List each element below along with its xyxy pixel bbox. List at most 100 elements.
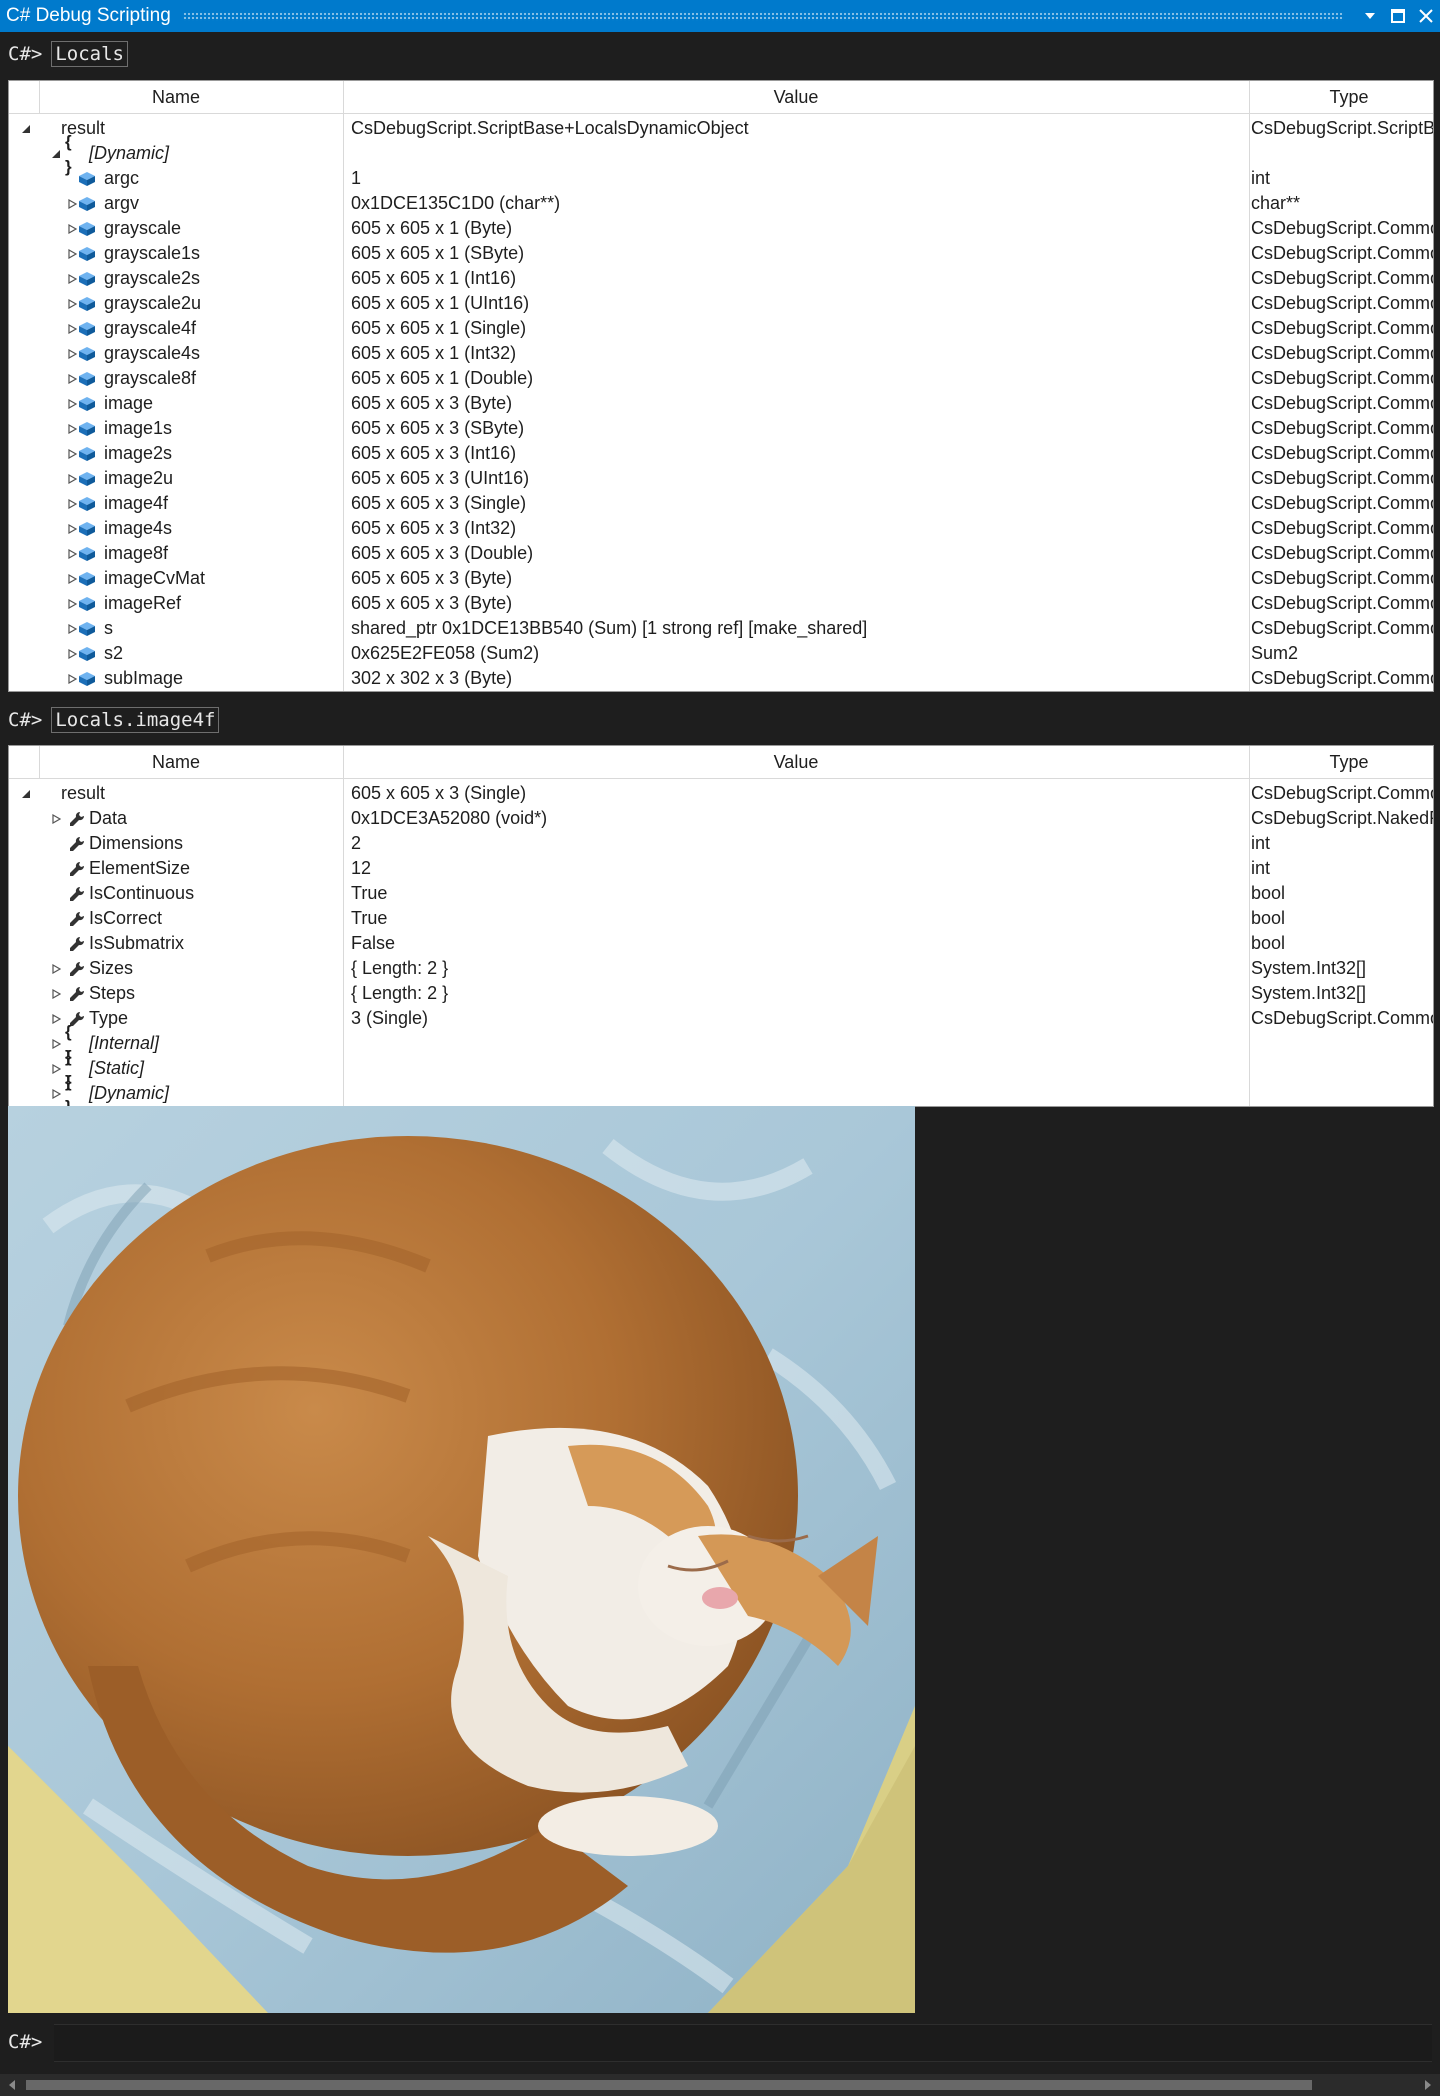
table-row[interactable]: IsSubmatrix False bool <box>9 931 1433 956</box>
row-value: 605 x 605 x 1 (Int16) <box>351 268 517 288</box>
row-value <box>351 1056 1241 1081</box>
column-header-value[interactable]: Value <box>343 81 1249 113</box>
table-row[interactable]: Dimensions 2 int <box>9 831 1433 856</box>
table-row[interactable]: imageCvMat 605 x 605 x 3 (Byte) CsDebugScr… <box>9 566 1433 591</box>
row-type: CsDebugScript.Commo <box>1251 518 1434 538</box>
field-icon <box>77 494 97 514</box>
table-row[interactable]: argv 0x1DCE135C1D0 (char**) char** <box>9 191 1433 216</box>
table-row[interactable]: s2 0x625E2FE058 (Sum2) Sum2 <box>9 641 1433 666</box>
table-row[interactable]: Steps { Length: 2 } System.Int32[] <box>9 981 1433 1006</box>
table-row[interactable]: image2u 605 x 605 x 3 (UInt16) CsDebugScri… <box>9 466 1433 491</box>
table-row[interactable]: grayscale4s 605 x 605 x 1 (Int32) CsDebugS… <box>9 341 1433 366</box>
dropdown-icon[interactable] <box>1356 0 1384 32</box>
console-input[interactable] <box>54 2024 1432 2062</box>
name-cell: argc <box>9 166 343 191</box>
field-icon <box>77 169 97 189</box>
table-row[interactable]: Type 3 (Single) CsDebugScript.Commo <box>9 1006 1433 1031</box>
window-title: C# Debug Scripting <box>6 5 171 26</box>
console-command[interactable]: Locals <box>51 41 128 67</box>
table-row[interactable]: Data 0x1DCE3A52080 (void*) CsDebugScript.N… <box>9 806 1433 831</box>
table-row[interactable]: ElementSize 12 int <box>9 856 1433 881</box>
expand-arrow-icon[interactable] <box>49 806 63 831</box>
table-row[interactable]: result CsDebugScript.ScriptBase+LocalsDyn… <box>9 116 1433 141</box>
scrollbar-thumb[interactable] <box>26 2080 1312 2090</box>
column-header-name[interactable]: Name <box>9 746 343 778</box>
name-cell: image2s <box>9 441 343 466</box>
scroll-left-icon[interactable] <box>0 2074 24 2096</box>
braces-icon: { } <box>65 131 73 176</box>
expand-arrow-icon[interactable] <box>49 1006 63 1031</box>
expand-arrow-icon[interactable] <box>49 956 63 981</box>
row-name: imageCvMat <box>104 568 206 588</box>
field-icon <box>77 519 97 539</box>
table-row[interactable]: argc 1 int <box>9 166 1433 191</box>
table-row[interactable]: grayscale2u 605 x 605 x 1 (UInt16) CsDebug… <box>9 291 1433 316</box>
maximize-icon[interactable] <box>1384 0 1412 32</box>
image-visualizer <box>8 1106 915 2013</box>
property-wrench-icon <box>67 934 87 954</box>
console-command[interactable]: Locals.image4f <box>51 707 220 733</box>
table-row[interactable]: grayscale2s 605 x 605 x 1 (Int16) CsDebugS… <box>9 266 1433 291</box>
table-row[interactable]: { } [Dynamic] <box>9 131 1433 176</box>
table-row[interactable]: grayscale4f 605 x 605 x 1 (Single) CsDebug… <box>9 316 1433 341</box>
field-icon <box>77 244 97 264</box>
table-row[interactable]: image 605 x 605 x 3 (Byte) CsDebugScript.C… <box>9 391 1433 416</box>
row-name: s <box>104 618 113 638</box>
row-value: True <box>351 908 388 928</box>
column-header-type[interactable]: Type <box>1249 81 1433 113</box>
row-name: argv <box>104 193 140 213</box>
table-row[interactable]: result 605 x 605 x 3 (Single) CsDebugScrip… <box>9 781 1433 806</box>
table-row[interactable]: subImage 302 x 302 x 3 (Byte) CsDebugScrip… <box>9 666 1433 691</box>
table-row[interactable]: image4s 605 x 605 x 3 (Int32) CsDebugScrip… <box>9 516 1433 541</box>
row-type: System.Int32[] <box>1251 958 1367 978</box>
field-icon <box>77 344 97 364</box>
table-row[interactable]: grayscale 605 x 605 x 1 (Byte) CsDebugScri… <box>9 216 1433 241</box>
expand-arrow-icon[interactable] <box>49 1056 63 1081</box>
column-header-name[interactable]: Name <box>9 81 343 113</box>
column-header-type[interactable]: Type <box>1249 746 1433 778</box>
column-header-value[interactable]: Value <box>343 746 1249 778</box>
expand-arrow-icon[interactable] <box>49 1081 63 1106</box>
close-icon[interactable] <box>1412 0 1440 32</box>
name-cell: image2u <box>9 466 343 491</box>
collapse-arrow-icon[interactable] <box>19 116 33 141</box>
row-name: s2 <box>104 643 124 663</box>
table-row[interactable]: image1s 605 x 605 x 3 (SByte) CsDebugScrip… <box>9 416 1433 441</box>
table-row[interactable]: { } [Dynamic] <box>9 1072 1433 1106</box>
row-name: IsCorrect <box>89 908 163 928</box>
name-cell: image4f <box>9 491 343 516</box>
expand-arrow-icon[interactable] <box>49 981 63 1006</box>
collapse-arrow-icon[interactable] <box>49 141 63 166</box>
property-wrench-icon <box>67 984 87 1004</box>
table-row[interactable]: Sizes { Length: 2 } System.Int32[] <box>9 956 1433 981</box>
name-cell: { } [Static] <box>9 1047 343 1091</box>
row-type <box>1251 1056 1433 1081</box>
field-icon <box>77 469 97 489</box>
table-row[interactable]: { } [Internal] <box>9 1022 1433 1066</box>
grid-header: Name Value Type <box>9 81 1433 114</box>
field-icon <box>77 219 97 239</box>
table-row[interactable]: grayscale8f 605 x 605 x 1 (Double) CsDebug… <box>9 366 1433 391</box>
table-row[interactable]: grayscale1s 605 x 605 x 1 (SByte) CsDebugS… <box>9 241 1433 266</box>
row-type: CsDebugScript.Commo <box>1251 593 1434 613</box>
table-row[interactable]: { } [Static] <box>9 1047 1433 1091</box>
field-icon <box>77 644 97 664</box>
collapse-arrow-icon[interactable] <box>19 781 33 806</box>
table-row[interactable]: imageRef 605 x 605 x 3 (Byte) CsDebugScrip… <box>9 591 1433 616</box>
row-value: 605 x 605 x 3 (Double) <box>351 543 534 563</box>
scroll-right-icon[interactable] <box>1416 2074 1440 2096</box>
table-row[interactable]: image4f 605 x 605 x 3 (Single) CsDebugScri… <box>9 491 1433 516</box>
expand-arrow-icon[interactable] <box>49 1031 63 1056</box>
table-row[interactable]: image2s 605 x 605 x 3 (Int16) CsDebugScrip… <box>9 441 1433 466</box>
table-row[interactable]: image8f 605 x 605 x 3 (Double) CsDebugScri… <box>9 541 1433 566</box>
title-grip[interactable] <box>182 11 1344 21</box>
row-name: [Internal] <box>89 1033 160 1053</box>
row-value: 605 x 605 x 1 (SByte) <box>351 243 525 263</box>
row-value: { Length: 2 } <box>351 983 449 1003</box>
table-row[interactable]: s shared_ptr 0x1DCE13BB540 (Sum) [1 stron… <box>9 616 1433 641</box>
row-name: [Static] <box>89 1058 145 1078</box>
table-row[interactable]: IsContinuous True bool <box>9 881 1433 906</box>
row-name: grayscale2u <box>104 293 202 313</box>
table-row[interactable]: IsCorrect True bool <box>9 906 1433 931</box>
horizontal-scrollbar[interactable] <box>0 2074 1440 2096</box>
